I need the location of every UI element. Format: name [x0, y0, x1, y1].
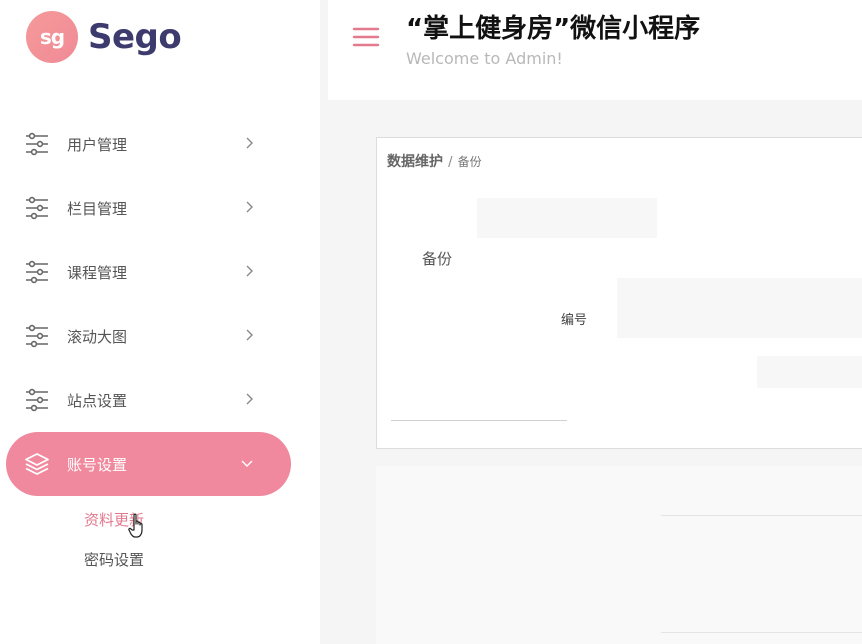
divider	[661, 515, 862, 516]
breadcrumb-separator: /	[448, 155, 453, 170]
sliders-icon	[24, 131, 50, 157]
page-title: “掌上健身房”微信小程序	[406, 14, 701, 44]
sliders-icon	[24, 323, 50, 349]
sidebar-item-courses[interactable]: 课程管理	[0, 240, 320, 304]
sidebar-item-label: 站点设置	[67, 391, 128, 410]
sliders-icon	[24, 387, 50, 413]
sidebar-item-label: 课程管理	[67, 263, 128, 282]
sidebar-item-banners[interactable]: 滚动大图	[0, 304, 320, 368]
sliders-icon	[24, 259, 50, 285]
page-subtitle: Welcome to Admin!	[406, 49, 563, 68]
chevron-down-icon	[240, 456, 254, 470]
breadcrumb: 数据维护 / 备份	[387, 151, 482, 171]
hand-pointer-icon	[128, 513, 148, 543]
top-header: “掌上健身房”微信小程序 Welcome to Admin!	[328, 0, 862, 100]
column-header-id: 编号	[561, 313, 588, 328]
chevron-right-icon	[242, 200, 256, 214]
sliders-icon	[24, 195, 50, 221]
logo-badge: sg	[26, 11, 78, 63]
divider	[661, 632, 862, 633]
submenu-item-password-settings[interactable]: 密码设置	[84, 546, 144, 586]
sidebar-item-users[interactable]: 用户管理	[0, 112, 320, 176]
hamburger-menu-icon[interactable]	[352, 26, 380, 48]
placeholder-block	[477, 198, 657, 238]
sidebar-menu: 用户管理 栏目管理 课程管理 滚动大图 站点设置 账号设置	[0, 112, 320, 496]
sidebar-item-account-settings[interactable]: 账号设置	[6, 432, 291, 496]
breadcrumb-main[interactable]: 数据维护	[387, 154, 443, 170]
chevron-right-icon	[242, 264, 256, 278]
brand-name: Sego	[88, 17, 182, 57]
sidebar-item-columns[interactable]: 栏目管理	[0, 176, 320, 240]
backup-panel: 数据维护 / 备份 备份 编号	[376, 137, 862, 449]
divider	[391, 420, 567, 421]
sidebar-item-label: 滚动大图	[67, 327, 128, 346]
sidebar-item-label: 用户管理	[67, 135, 128, 154]
placeholder-block	[757, 356, 862, 388]
secondary-panel	[376, 466, 862, 644]
brand-logo[interactable]: sg Sego	[26, 11, 182, 63]
layers-icon	[24, 451, 50, 477]
sidebar: sg Sego 用户管理 栏目管理 课程管理 滚动大图 站点设置 账号设置 资料…	[0, 0, 320, 644]
placeholder-block	[617, 278, 862, 338]
breadcrumb-current: 备份	[457, 155, 482, 169]
sidebar-item-label: 栏目管理	[67, 199, 128, 218]
chevron-right-icon	[242, 328, 256, 342]
chevron-right-icon	[242, 136, 256, 150]
chevron-right-icon	[242, 392, 256, 406]
sidebar-item-site-settings[interactable]: 站点设置	[0, 368, 320, 432]
sidebar-item-label: 账号设置	[67, 455, 128, 474]
backup-section-label: 备份	[422, 250, 453, 268]
